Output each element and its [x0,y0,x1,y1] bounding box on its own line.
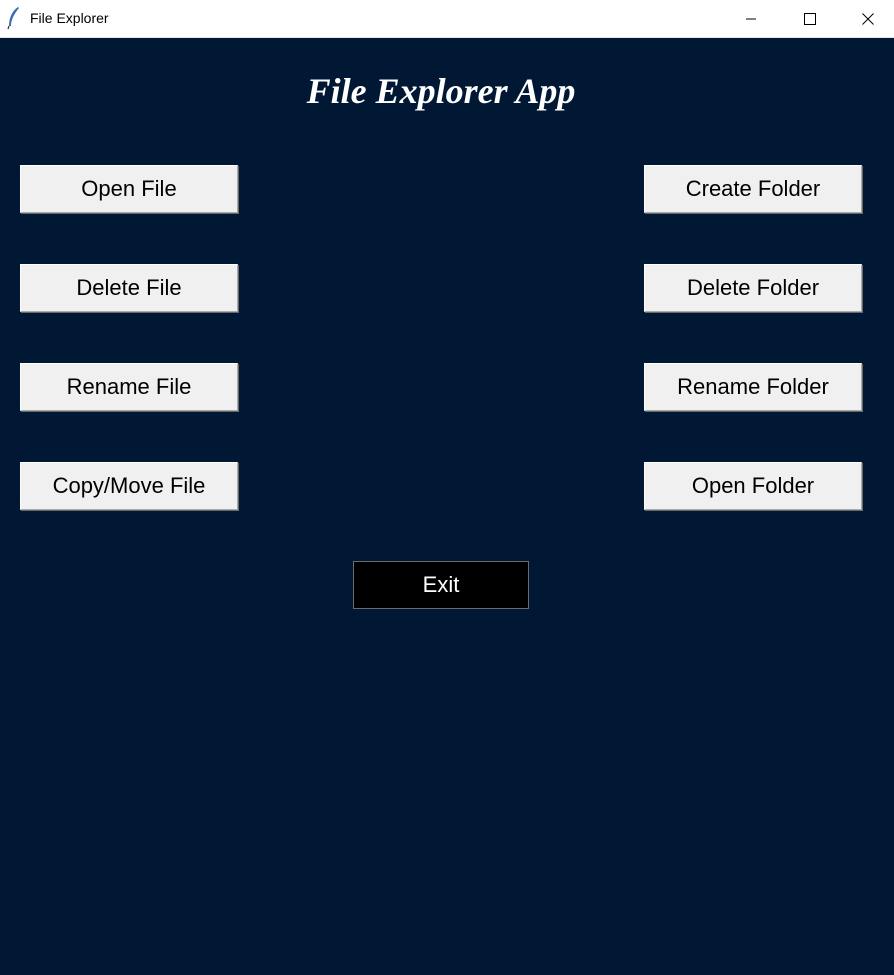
open-folder-button[interactable]: Open Folder [644,462,862,510]
exit-button[interactable]: Exit [353,561,529,609]
window-title: File Explorer [30,10,109,26]
minimize-button[interactable] [722,0,780,37]
delete-folder-button[interactable]: Delete Folder [644,264,862,312]
rename-folder-button[interactable]: Rename Folder [644,363,862,411]
main-content: File Explorer App Open File Delete File … [0,38,894,975]
maximize-button[interactable] [781,0,839,37]
page-title: File Explorer App [306,71,576,111]
minimize-icon [745,13,757,25]
create-folder-button[interactable]: Create Folder [644,165,862,213]
app-window: File Explorer File Explorer App Open Fil… [0,0,894,975]
maximize-icon [804,12,816,25]
close-button[interactable] [839,0,894,37]
rename-file-button[interactable]: Rename File [20,363,238,411]
title-bar: File Explorer [0,0,894,38]
open-file-button[interactable]: Open File [20,165,238,213]
close-icon [862,12,874,25]
copy-move-file-button[interactable]: Copy/Move File [20,462,238,510]
feather-icon [6,6,22,30]
delete-file-button[interactable]: Delete File [20,264,238,312]
